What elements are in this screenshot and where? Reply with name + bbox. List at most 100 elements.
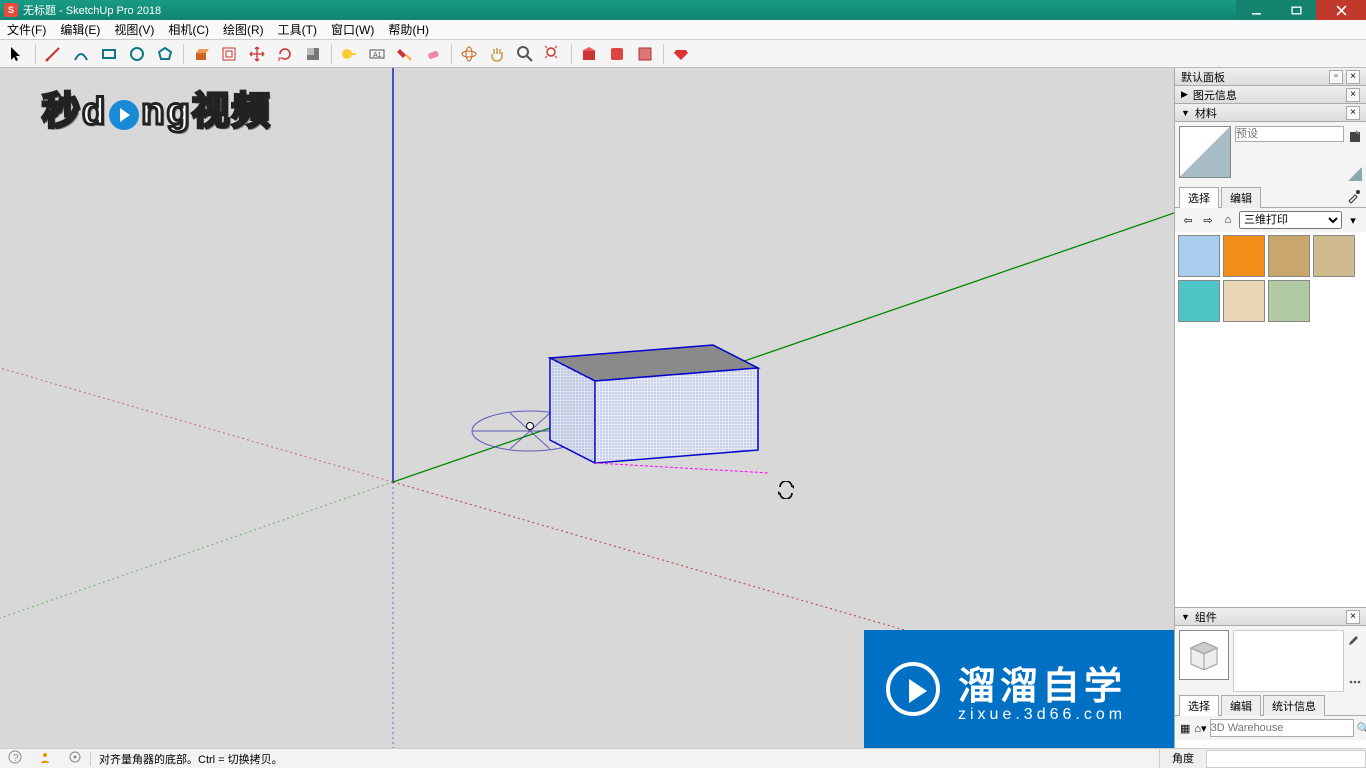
window-title: 无标题 - SketchUp Pro 2018	[23, 2, 161, 18]
window-minimize-button[interactable]	[1236, 0, 1276, 20]
status-geo-icon[interactable]	[68, 750, 82, 767]
materials-header[interactable]: ▼ 材料 ×	[1175, 104, 1366, 122]
window-maximize-button[interactable]	[1276, 0, 1316, 20]
component-home-icon[interactable]: ⌂▾	[1193, 719, 1207, 737]
component-search-input[interactable]	[1210, 719, 1354, 737]
scale-tool-icon[interactable]	[300, 42, 326, 66]
tray-title[interactable]: 默认面板 ▫ ×	[1175, 68, 1366, 86]
offset-tool-icon[interactable]	[216, 42, 242, 66]
extensions-tool-icon[interactable]	[604, 42, 630, 66]
3d-viewport[interactable]: 秒dng视频 溜溜自学 zixue.3d66.com	[0, 68, 1174, 748]
brand-name: 溜溜自学	[958, 655, 1126, 710]
material-swatch[interactable]	[1223, 235, 1265, 277]
materials-tab-select[interactable]: 选择	[1179, 187, 1219, 208]
material-swatch[interactable]	[1223, 280, 1265, 322]
move-tool-icon[interactable]	[244, 42, 270, 66]
materials-tab-edit[interactable]: 编辑	[1221, 187, 1261, 208]
measure-input[interactable]	[1206, 750, 1366, 768]
brand-url: zixue.3d66.com	[958, 706, 1126, 724]
pushpull-tool-icon[interactable]	[188, 42, 214, 66]
arc-tool-icon[interactable]	[68, 42, 94, 66]
components-tab-stats[interactable]: 统计信息	[1263, 695, 1325, 716]
section-close-icon[interactable]: ×	[1346, 106, 1360, 120]
rotate-tool-icon[interactable]	[272, 42, 298, 66]
menu-tools[interactable]: 工具(T)	[271, 20, 324, 40]
menu-help[interactable]: 帮助(H)	[381, 20, 436, 40]
layout-tool-icon[interactable]	[632, 42, 658, 66]
component-search-icon[interactable]: 🔍	[1356, 719, 1366, 737]
components-tab-edit[interactable]: 编辑	[1221, 695, 1261, 716]
rotate-cursor-icon	[777, 481, 795, 499]
material-swatch[interactable]	[1268, 280, 1310, 322]
tray-panel: 默认面板 ▫ × ▶ 图元信息 × ▼ 材料 ×	[1174, 68, 1366, 748]
material-swatch[interactable]	[1178, 235, 1220, 277]
shape-tool-icon[interactable]	[96, 42, 122, 66]
zoom-extents-tool-icon[interactable]	[540, 42, 566, 66]
material-category-select[interactable]: 三维打印	[1239, 211, 1342, 229]
material-home-icon[interactable]: ⌂	[1219, 211, 1237, 229]
toolbar-separator	[568, 42, 574, 66]
app-icon: S	[4, 3, 18, 17]
material-menu-icon[interactable]: ▾	[1344, 211, 1362, 229]
component-thumbnail[interactable]	[1179, 630, 1229, 680]
tape-tool-icon[interactable]	[336, 42, 362, 66]
svg-text:?: ?	[13, 753, 19, 764]
menu-window[interactable]: 窗口(W)	[324, 20, 381, 40]
expand-icon: ▼	[1181, 612, 1190, 622]
material-swatch[interactable]	[1313, 235, 1355, 277]
orbit-tool-icon[interactable]	[456, 42, 482, 66]
material-back-icon[interactable]: ⇦	[1179, 211, 1197, 229]
default-material-icon[interactable]	[1348, 167, 1362, 184]
line-tool-icon[interactable]	[40, 42, 66, 66]
component-menu-icon[interactable]	[1348, 675, 1362, 692]
section-close-icon[interactable]: ×	[1346, 610, 1360, 624]
menu-file[interactable]: 文件(F)	[0, 20, 53, 40]
menu-camera[interactable]: 相机(C)	[161, 20, 216, 40]
status-person-icon[interactable]	[38, 750, 52, 767]
toolbar-separator	[660, 42, 666, 66]
components-label: 组件	[1195, 609, 1217, 625]
main-toolbar: A1	[0, 40, 1366, 68]
tray-title-label: 默认面板	[1181, 69, 1225, 85]
circle-tool-icon[interactable]	[124, 42, 150, 66]
material-fwd-icon[interactable]: ⇨	[1199, 211, 1217, 229]
materials-tabs: 选择 编辑	[1175, 188, 1366, 208]
toolbar-separator	[180, 42, 186, 66]
pan-tool-icon[interactable]	[484, 42, 510, 66]
component-edit-icon[interactable]	[1348, 632, 1362, 649]
components-tab-select[interactable]: 选择	[1179, 695, 1219, 716]
current-material-swatch[interactable]	[1179, 126, 1231, 178]
material-swatch[interactable]	[1268, 235, 1310, 277]
status-hint: 对齐量角器的底部。Ctrl = 切换拷贝。	[91, 751, 291, 767]
gem-tool-icon[interactable]	[668, 42, 694, 66]
component-description	[1233, 630, 1344, 692]
polygon-tool-icon[interactable]	[152, 42, 178, 66]
menu-view[interactable]: 视图(V)	[107, 20, 161, 40]
collapse-icon: ▶	[1181, 89, 1188, 100]
material-name-input[interactable]	[1235, 126, 1344, 142]
zoom-tool-icon[interactable]	[512, 42, 538, 66]
toolbar-separator	[32, 42, 38, 66]
menu-edit[interactable]: 编辑(E)	[53, 20, 107, 40]
tray-pin-icon[interactable]: ▫	[1329, 70, 1343, 84]
tray-close-icon[interactable]: ×	[1346, 70, 1360, 84]
menu-draw[interactable]: 绘图(R)	[216, 20, 271, 40]
eyedropper-icon[interactable]	[1346, 188, 1362, 207]
entity-info-label: 图元信息	[1193, 87, 1237, 103]
component-view-icon[interactable]: ▦	[1179, 719, 1191, 737]
status-info-icon[interactable]: ?	[8, 750, 22, 767]
brand-play-icon	[886, 662, 940, 716]
eraser-tool-icon[interactable]	[420, 42, 446, 66]
components-header[interactable]: ▼ 组件 ×	[1175, 608, 1366, 626]
select-tool-icon[interactable]	[4, 42, 30, 66]
dimension-tool-icon[interactable]: A1	[364, 42, 390, 66]
warehouse-tool-icon[interactable]	[576, 42, 602, 66]
brand-watermark: 溜溜自学 zixue.3d66.com	[864, 630, 1174, 748]
menu-bar: 文件(F) 编辑(E) 视图(V) 相机(C) 绘图(R) 工具(T) 窗口(W…	[0, 20, 1366, 40]
paint-tool-icon[interactable]	[392, 42, 418, 66]
create-material-icon[interactable]	[1348, 130, 1362, 147]
section-close-icon[interactable]: ×	[1346, 88, 1360, 102]
window-close-button[interactable]	[1316, 0, 1366, 20]
material-swatch[interactable]	[1178, 280, 1220, 322]
entity-info-header[interactable]: ▶ 图元信息 ×	[1175, 86, 1366, 104]
